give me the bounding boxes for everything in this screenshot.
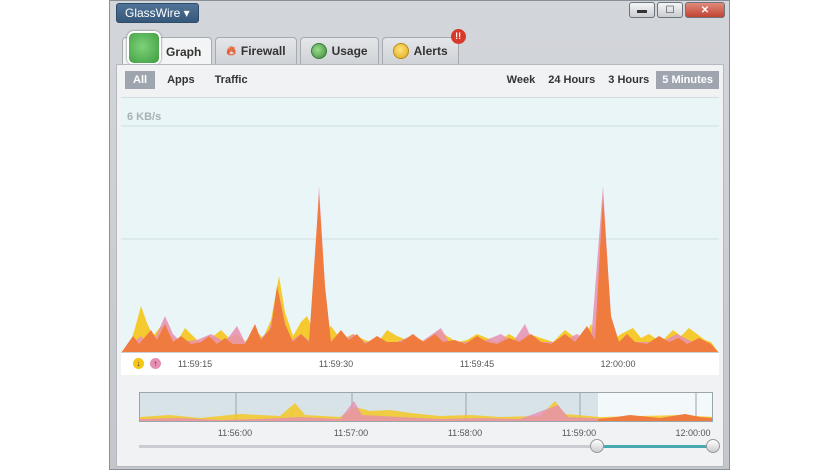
overview-tick: 11:56:00 [217,428,253,438]
overview-tick: 11:59:00 [561,428,597,438]
overlap-area [121,186,719,353]
tab-bar: Graph 🔥︎ Firewall Usage Alerts !! [122,29,466,65]
range-week[interactable]: Week [501,71,542,89]
filter-traffic[interactable]: Traffic [207,71,256,89]
filter-apps[interactable]: Apps [159,71,203,89]
y-axis-label: 6 KB/s [127,111,162,123]
flame-icon: 🔥︎ [226,43,236,58]
tab-alerts[interactable]: Alerts !! [381,29,466,64]
close-button[interactable]: ✕ [685,2,725,18]
minimize-button[interactable]: ▬ [629,2,655,18]
graph-logo-icon [127,30,161,65]
overview-timeline[interactable] [139,392,713,422]
range-24-hours[interactable]: 24 Hours [542,71,601,89]
graph-panel: All Apps Traffic Week 24 Hours 3 Hours 5… [116,64,724,467]
tab-label: Alerts [413,44,448,58]
time-tick: 12:00:00 [600,359,636,369]
tab-label: Usage [331,44,368,58]
range-3-hours[interactable]: 3 Hours [602,71,655,89]
traffic-graph-svg [121,125,719,353]
time-tick: 11:59:45 [459,359,495,369]
app-menu-button[interactable]: GlassWire ▾ [116,3,199,23]
tab-graph[interactable]: Graph [122,30,213,65]
time-range-selection [597,445,713,448]
filter-all[interactable]: All [125,71,156,89]
slider-start-handle[interactable] [590,439,604,453]
download-icon: ↓ [133,358,144,369]
tab-label: Firewall [240,44,286,58]
traffic-graph[interactable]: 6 KB/s [121,97,719,353]
overview-svg [140,393,712,421]
bulb-icon [392,43,409,59]
filter-bar: All Apps Traffic [125,71,256,89]
graph-time-axis: ↓ ↑ 11:59:15 11:59:30 11:59:45 12:00:00 [121,352,719,375]
upload-area [121,194,719,353]
window-controls: ▬ ☐ ✕ [629,2,725,18]
range-bar: Week 24 Hours 3 Hours 5 Minutes [501,71,719,89]
slider-end-handle[interactable] [706,439,720,453]
overview-tick: 12:00:00 [675,428,711,438]
range-5-minutes[interactable]: 5 Minutes [656,71,719,89]
maximize-button[interactable]: ☐ [657,2,683,18]
tab-firewall[interactable]: 🔥︎ Firewall [215,37,297,64]
glasswire-window: GlassWire ▾ ▬ ☐ ✕ Graph 🔥︎ Firewall Usag… [109,0,730,470]
alert-count-badge: !! [450,29,466,44]
pie-icon [310,43,327,59]
overview-tick: 11:57:00 [333,428,369,438]
time-tick: 11:59:15 [177,359,213,369]
time-tick: 11:59:30 [318,359,354,369]
tab-usage[interactable]: Usage [299,37,379,64]
overview-tick: 11:58:00 [447,428,483,438]
upload-icon: ↑ [150,358,161,369]
tab-label: Graph [166,44,202,59]
